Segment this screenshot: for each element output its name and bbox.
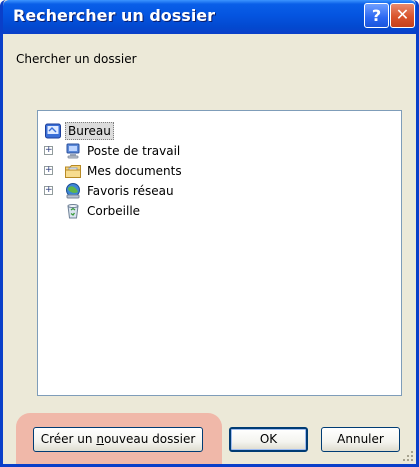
expand-icon[interactable]: + xyxy=(44,186,53,195)
network-places-icon xyxy=(66,183,80,199)
tree-item-label: Bureau xyxy=(65,122,114,140)
new-folder-label-start: Créer un xyxy=(40,432,97,446)
close-button[interactable]: ✕ xyxy=(390,3,415,28)
new-folder-label-end: ouveau dossier xyxy=(103,432,196,446)
folder-tree[interactable]: Bureau + Poste de travail + Mes document… xyxy=(37,110,402,396)
new-folder-button[interactable]: Créer un nouveau dossier xyxy=(33,427,203,452)
cancel-button[interactable]: Annuler xyxy=(321,427,400,452)
tree-item-label: Poste de travail xyxy=(87,144,181,158)
ok-button[interactable]: OK xyxy=(229,427,308,452)
new-folder-mnemonic: n xyxy=(96,432,104,446)
title-bar[interactable]: Rechercher un dossier ? ✕ xyxy=(3,0,416,34)
expand-icon[interactable]: + xyxy=(44,166,53,175)
desktop-icon xyxy=(45,123,61,139)
expand-icon[interactable]: + xyxy=(44,146,53,155)
computer-icon xyxy=(66,143,80,159)
tree-item-label: Favoris réseau xyxy=(87,184,174,198)
folder-documents-icon xyxy=(65,165,81,178)
folder-browser-dialog: Rechercher un dossier ? ✕ Chercher un do… xyxy=(0,0,419,467)
window-title: Rechercher un dossier xyxy=(13,6,216,25)
resize-grip-icon[interactable] xyxy=(402,450,414,462)
recycle-bin-icon xyxy=(67,204,79,219)
prompt-text: Chercher un dossier xyxy=(16,52,137,66)
help-button[interactable]: ? xyxy=(364,3,389,28)
tree-item-label: Corbeille xyxy=(87,204,141,218)
tree-item-label: Mes documents xyxy=(87,164,182,178)
